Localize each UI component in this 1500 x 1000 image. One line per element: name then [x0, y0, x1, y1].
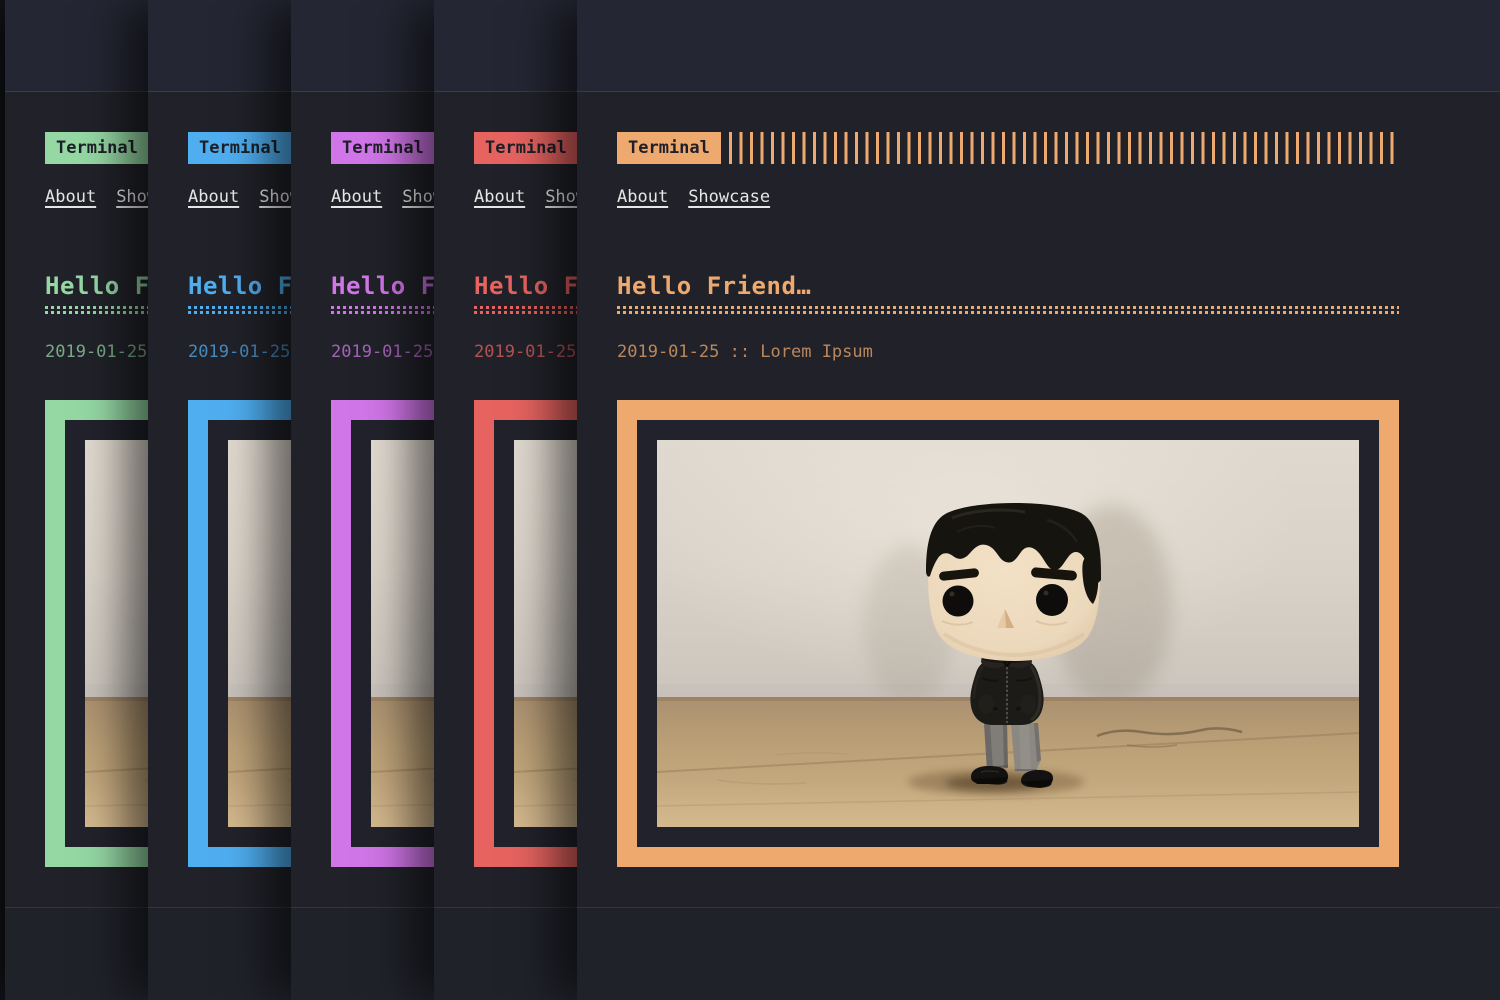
post-image-mat — [637, 420, 1379, 847]
nav-link-showcase[interactable]: Showcase — [688, 187, 770, 207]
site-logo-badge[interactable]: Terminal — [474, 132, 578, 164]
nav-link-about[interactable]: About — [45, 187, 96, 207]
nav-link-about[interactable]: About — [617, 187, 668, 207]
site-logo-badge[interactable]: Terminal — [45, 132, 149, 164]
funko-figure-photo — [657, 440, 1359, 827]
site-logo-badge[interactable]: Terminal — [188, 132, 292, 164]
site-logo-badge[interactable]: Terminal — [331, 132, 435, 164]
site-main-area: Terminal About Showcase Hello Friend… 20… — [577, 92, 1500, 907]
logo-decoration-bars — [729, 132, 1399, 164]
post-image-frame — [617, 400, 1399, 867]
logo-row: Terminal — [617, 132, 1399, 164]
dotted-divider — [617, 306, 1399, 314]
site-logo-badge[interactable]: Terminal — [617, 132, 721, 164]
nav-link-about[interactable]: About — [331, 187, 382, 207]
main-nav: About Showcase — [617, 187, 1399, 207]
post-title: Hello Friend… — [617, 272, 1399, 299]
window-top-strip — [577, 0, 1500, 92]
post-meta-date: 2019-01-25 :: Lorem Ipsum — [617, 342, 1399, 362]
nav-link-about[interactable]: About — [474, 187, 525, 207]
nav-link-about[interactable]: About — [188, 187, 239, 207]
theme-showcase-stage: Terminal About Showcase Hello Friend… 20… — [0, 0, 1500, 1000]
window-bottom-strip — [577, 907, 1500, 999]
site-panel-orange: Terminal About Showcase Hello Friend… 20… — [577, 0, 1500, 1000]
